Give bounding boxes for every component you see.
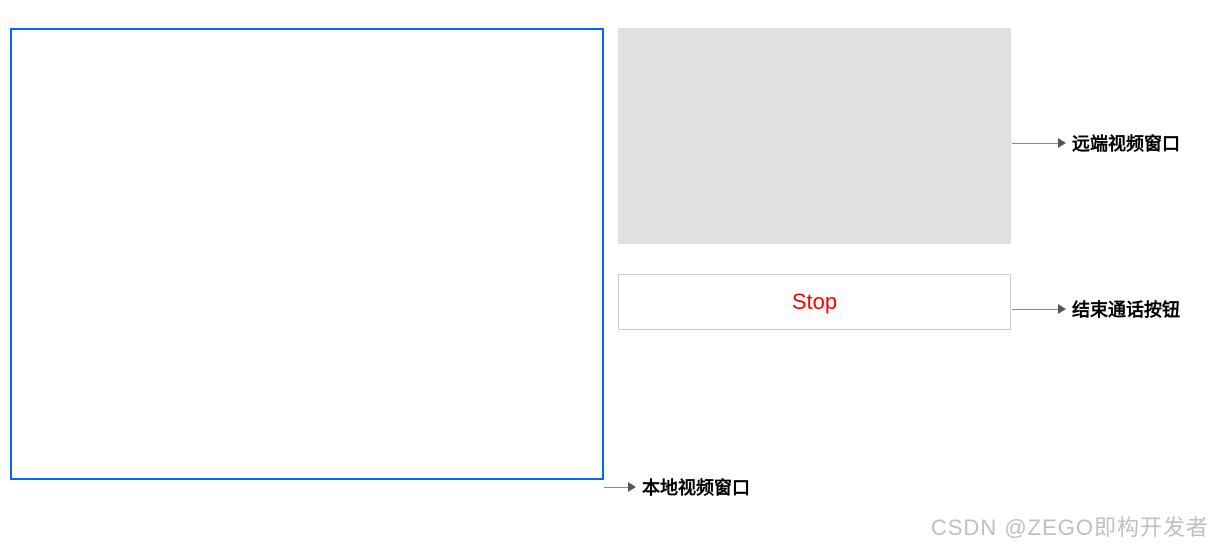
stop-button-label: Stop xyxy=(792,289,837,315)
stop-button[interactable]: Stop xyxy=(618,274,1011,330)
arrow-right-icon xyxy=(1058,304,1066,314)
annotation-remote-video: 远端视频窗口 xyxy=(1012,130,1180,156)
annotation-label-stop: 结束通话按钮 xyxy=(1072,296,1180,322)
annotation-stop-button: 结束通话按钮 xyxy=(1012,296,1180,322)
annotation-line xyxy=(604,487,628,488)
arrow-right-icon xyxy=(628,482,636,492)
annotation-local-video: 本地视频窗口 xyxy=(604,474,750,500)
arrow-right-icon xyxy=(1058,138,1066,148)
watermark-text: CSDN @ZEGO即构开发者 xyxy=(931,510,1209,542)
local-video-window[interactable] xyxy=(10,28,604,480)
annotation-label-remote: 远端视频窗口 xyxy=(1072,130,1180,156)
remote-video-window[interactable] xyxy=(618,28,1011,244)
annotation-line xyxy=(1012,309,1058,310)
annotation-line xyxy=(1012,143,1058,144)
annotation-label-local: 本地视频窗口 xyxy=(642,474,750,500)
